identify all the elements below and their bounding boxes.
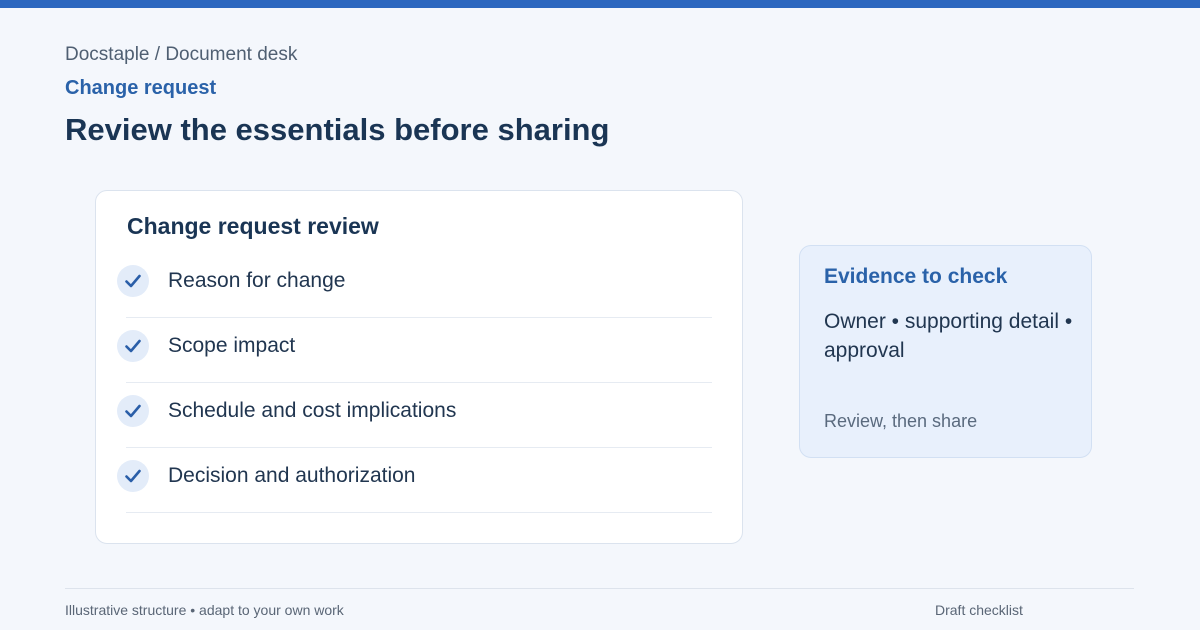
- checklist-item-label: Reason for change: [168, 269, 346, 292]
- top-accent-bar: [0, 0, 1200, 8]
- evidence-footer: Review, then share: [824, 411, 978, 431]
- checklist-item-label: Schedule and cost implications: [168, 399, 457, 422]
- check-icon[interactable]: [117, 395, 149, 427]
- checklist-item[interactable]: Reason for change: [96, 265, 744, 329]
- item-divider: [126, 512, 712, 513]
- breadcrumb[interactable]: Docstaple / Document desk: [65, 44, 297, 66]
- check-icon[interactable]: [117, 460, 149, 492]
- checklist-title: Change request review: [127, 213, 379, 239]
- evidence-body: Owner • supporting detail • approval: [824, 310, 1073, 362]
- item-divider: [126, 447, 712, 448]
- checklist-item-label: Decision and authorization: [168, 464, 416, 487]
- evidence-panel: Evidence to check Owner • supporting det…: [799, 245, 1092, 458]
- page-title: Review the essentials before sharing: [65, 112, 610, 147]
- checklist-item[interactable]: Decision and authorization: [96, 460, 744, 524]
- footer-divider: [65, 588, 1134, 589]
- section-eyebrow: Change request: [65, 77, 217, 99]
- item-divider: [126, 317, 712, 318]
- check-icon[interactable]: [117, 265, 149, 297]
- footer-note: Illustrative structure • adapt to your o…: [65, 602, 344, 618]
- checklist-item[interactable]: Schedule and cost implications: [96, 395, 744, 459]
- checklist-item[interactable]: Scope impact: [96, 330, 744, 394]
- footer-status: Draft checklist: [935, 602, 1023, 618]
- item-divider: [126, 382, 712, 383]
- checklist-card: Change request review Reason for change …: [95, 190, 743, 544]
- evidence-title: Evidence to check: [824, 265, 1008, 288]
- check-icon[interactable]: [117, 330, 149, 362]
- checklist-item-label: Scope impact: [168, 334, 296, 357]
